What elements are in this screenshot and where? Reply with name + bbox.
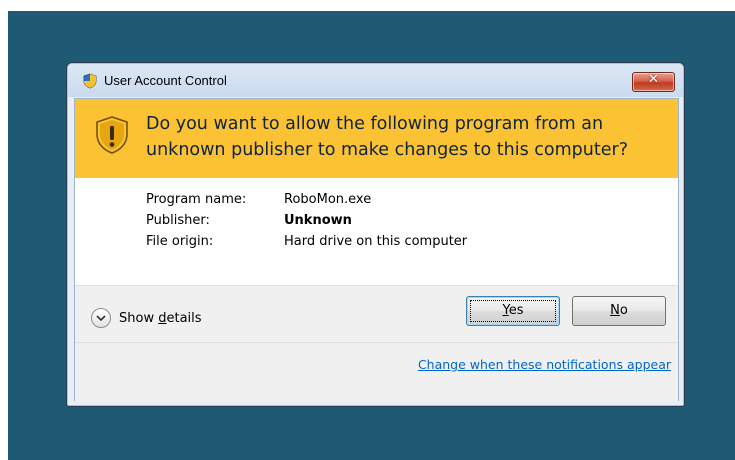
show-details-text-suffix: etails (166, 310, 202, 326)
no-label-suffix: o (619, 303, 628, 318)
close-icon: ✕ (648, 72, 659, 87)
program-name-label: Program name: (146, 192, 247, 207)
yes-button[interactable]: Yes (466, 296, 560, 326)
uac-dialog: User Account Control ✕ Do you want to al… (66, 62, 685, 407)
no-button[interactable]: No (572, 296, 666, 326)
dialog-content: Do you want to allow the following progr… (74, 98, 679, 401)
program-name-value: RoboMon.exe (284, 192, 372, 207)
close-button[interactable]: ✕ (632, 72, 675, 92)
chevron-down-icon (91, 308, 111, 328)
window-title: User Account Control (104, 73, 227, 88)
show-details-label: Show details (119, 311, 202, 326)
file-origin-row: File origin: Hard drive on this computer (146, 231, 467, 252)
warning-banner: Do you want to allow the following progr… (75, 99, 678, 178)
notification-settings-link[interactable]: Change when these notifications appear (418, 357, 671, 372)
file-origin-label: File origin: (146, 234, 214, 249)
warning-shield-icon (96, 116, 128, 154)
publisher-row: Publisher: Unknown (146, 210, 467, 231)
shield-icon (83, 73, 97, 89)
title-bar[interactable]: User Account Control ✕ (68, 64, 683, 97)
program-details: Program name: RoboMon.exe Publisher: Unkno… (146, 189, 467, 252)
no-mnemonic: N (610, 303, 620, 318)
show-details-text-prefix: Show (119, 310, 159, 326)
publisher-label: Publisher: (146, 213, 210, 228)
program-name-row: Program name: RoboMon.exe (146, 189, 467, 210)
focus-rectangle (470, 300, 556, 322)
file-origin-value: Hard drive on this computer (284, 234, 468, 249)
action-area: Show details Yes No Change when these no… (75, 285, 678, 401)
divider (75, 342, 678, 343)
uac-question: Do you want to allow the following progr… (146, 114, 628, 160)
show-details-toggle[interactable]: Show details (91, 306, 202, 330)
publisher-value: Unknown (284, 213, 352, 228)
